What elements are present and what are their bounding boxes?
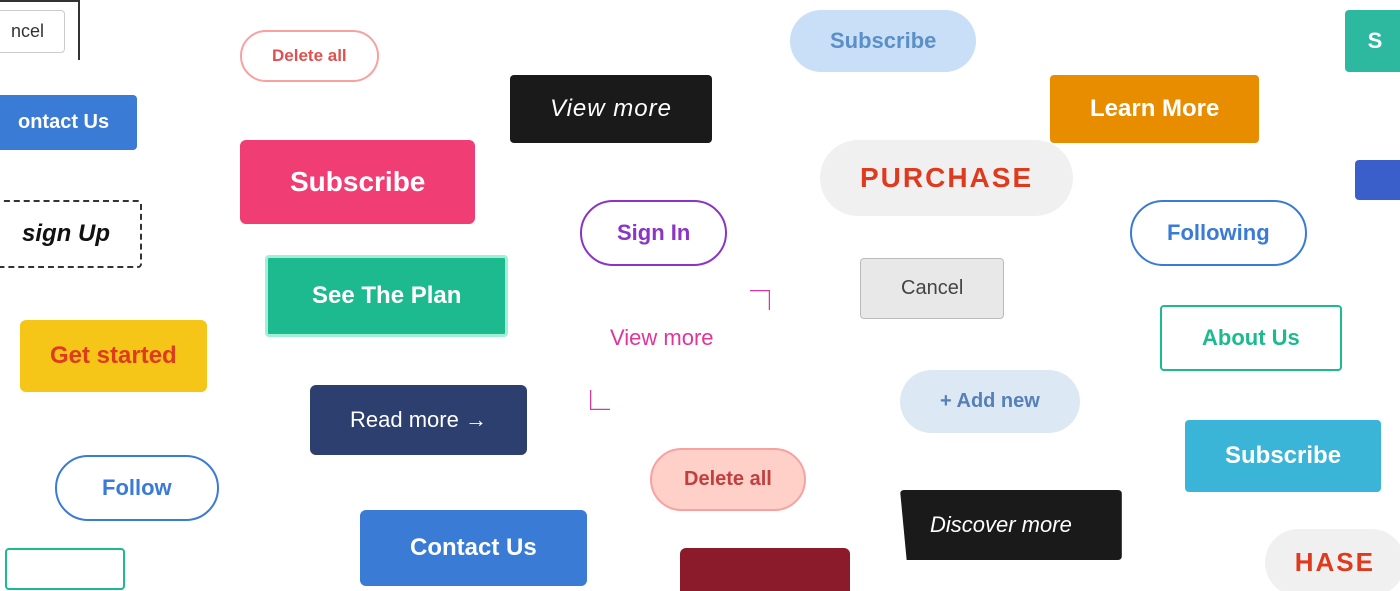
partial-teal-bottom[interactable] [5,548,125,590]
learn-more-button[interactable]: Learn More [1050,75,1259,143]
delete-all-button-top[interactable]: Delete all [240,30,379,82]
follow-button[interactable]: Follow [55,455,219,521]
delete-all-button-bottom[interactable]: Delete all [650,448,806,511]
contact-us-button-left[interactable]: ontact Us [0,95,137,150]
partial-blue-button[interactable] [1355,160,1400,200]
partial-teal-button[interactable]: S [1345,10,1400,72]
partial-darkred-button[interactable] [680,548,850,591]
contact-us-button-bottom[interactable]: Contact Us [360,510,587,586]
subscribe-button-blue[interactable]: Subscribe [1185,420,1381,492]
button-showcase-canvas: ncel Delete all Subscribe S ontact Us Vi… [0,0,1400,591]
purchase-button[interactable]: PURCHASE [820,140,1073,216]
view-more-button-pink[interactable]: View more [610,325,714,351]
subscribe-button-pink[interactable]: Subscribe [240,140,475,224]
subscribe-button-top[interactable]: Subscribe [790,10,976,72]
get-started-button[interactable]: Get started [20,320,207,392]
following-button[interactable]: Following [1130,200,1307,266]
sign-in-button[interactable]: Sign In [580,200,727,266]
discover-more-button[interactable]: Discover more [900,490,1122,560]
view-more-button-dark[interactable]: View more [510,75,712,143]
cancel-button-top[interactable]: ncel [0,10,65,53]
add-new-button[interactable]: + Add new [900,370,1080,433]
about-us-button[interactable]: About Us [1160,305,1342,371]
cancel-button-mid[interactable]: Cancel [860,258,1004,319]
read-more-button[interactable]: Read more → [310,385,527,455]
purchase-button-partial[interactable]: HASE [1265,529,1400,591]
see-plan-button[interactable]: See The Plan [265,255,508,337]
sign-up-button[interactable]: sign Up [0,200,142,268]
